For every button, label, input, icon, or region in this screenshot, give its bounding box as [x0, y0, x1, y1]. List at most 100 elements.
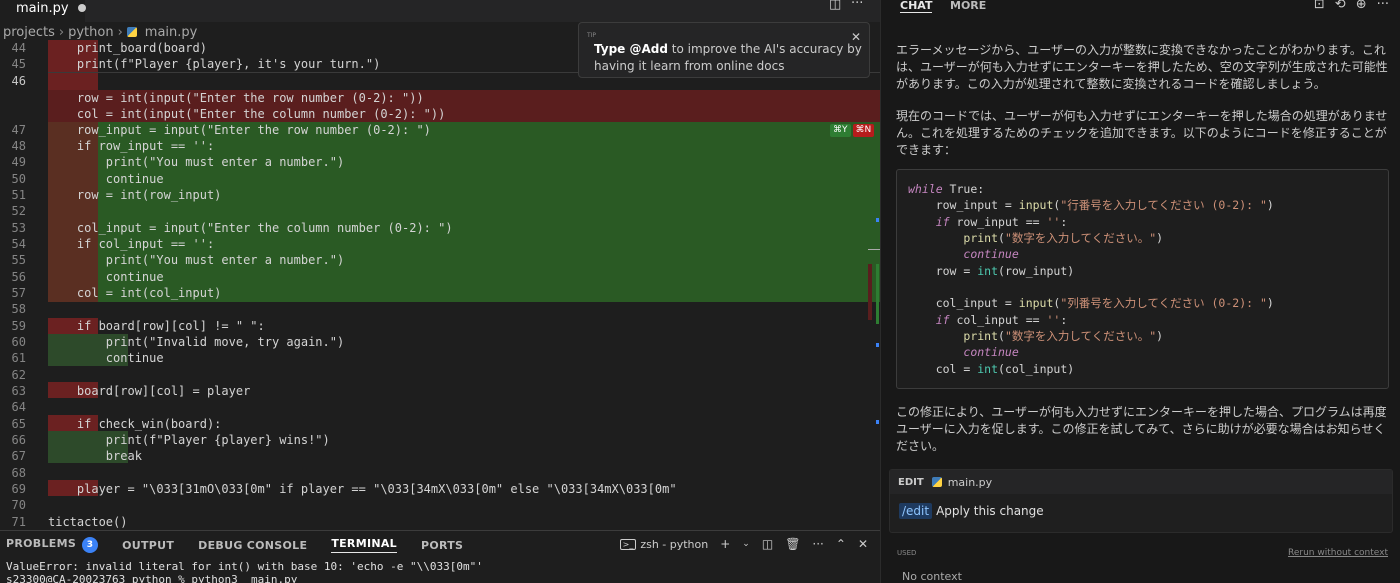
more-actions-icon[interactable]: ··· — [1377, 0, 1389, 12]
chevron-down-icon[interactable]: ⌄ — [742, 539, 750, 549]
edit-command: /edit — [899, 503, 933, 519]
code-line-added: continue — [48, 172, 164, 186]
line-number: 48 — [11, 139, 26, 153]
scroll-marker — [868, 249, 880, 250]
code-line-added: row = int(row_input) — [48, 188, 222, 202]
edit-label: EDIT — [898, 476, 924, 488]
chat-code-block[interactable]: while True: row_input = input("行番号を入力してく… — [896, 169, 1389, 389]
code-line: board[row][col] = player — [48, 384, 251, 398]
code-text: int — [977, 264, 999, 278]
breadcrumb-file[interactable]: main.py — [145, 25, 198, 40]
chat-message-paragraph: 現在のコードでは、ユーザーが何も入力せずにエンターキーを押した場合の処理がありま… — [896, 109, 1388, 157]
terminal-prompt-line[interactable]: s23300@CA-20023763 python % python3 main… — [6, 573, 297, 583]
tip-popup: TIP Type @Add to improve the AI's accura… — [578, 22, 870, 78]
code-line: if col_input == '': — [935, 313, 1068, 327]
code-text: 数字を入力してください。 — [1011, 329, 1150, 343]
new-chat-icon[interactable]: ⊕ — [1356, 0, 1367, 12]
tab-problems[interactable]: PROBLEMS 3 — [6, 537, 99, 553]
breadcrumb-projects[interactable]: projects — [3, 25, 55, 40]
add-terminal-icon[interactable]: + — [720, 537, 730, 551]
line-number: 51 — [11, 188, 26, 202]
apply-change-button[interactable]: /edit Apply this change — [899, 503, 1044, 519]
chat-actions: ⊡ ⟲ ⊕ ··· — [1314, 0, 1389, 12]
trash-icon[interactable]: 🗑 — [785, 537, 800, 551]
split-terminal-icon[interactable]: ◫ — [762, 537, 773, 551]
editor-area: main.py ◫ ··· projects › python › main.p… — [0, 0, 880, 530]
code-line: print(f"Player {player}, it's your turn.… — [48, 57, 381, 71]
tab-terminal[interactable]: TERMINAL — [331, 537, 397, 553]
line-number: 47 — [11, 123, 26, 137]
edit-suggestion-card: EDIT main.py /edit Apply this change — [889, 469, 1393, 533]
edit-text: Apply this change — [936, 504, 1044, 518]
line-number: 57 — [11, 286, 26, 300]
code-text: 数字を入力してください。 — [1011, 231, 1150, 245]
line-number: 44 — [11, 41, 26, 55]
unsaved-dot-icon[interactable] — [78, 4, 86, 12]
tab-chat[interactable]: CHAT — [900, 0, 933, 13]
edit-file-name[interactable]: main.py — [948, 476, 992, 489]
close-icon[interactable]: ✕ — [851, 29, 861, 46]
tip-bold: Type @Add — [594, 42, 668, 56]
scroll-marker — [876, 343, 879, 347]
code-line: if board[row][col] != " ": — [48, 319, 265, 333]
code-line: while True: — [908, 181, 984, 197]
line-number: 45 — [11, 57, 26, 71]
problems-badge: 3 — [82, 537, 99, 553]
code-text: if — [935, 215, 950, 229]
line-number: 64 — [11, 400, 26, 414]
code-line: print_board(board) — [48, 41, 207, 55]
line-number: 69 — [11, 482, 26, 496]
more-actions-icon[interactable]: ··· — [851, 0, 863, 11]
rerun-without-context-link[interactable]: Rerun without context — [1288, 548, 1388, 558]
bottom-panel: PROBLEMS 3 OUTPUT DEBUG CONSOLE TERMINAL … — [0, 530, 880, 583]
code-text: 列番号を入力してください (0-2): — [1067, 296, 1260, 310]
code-text: print — [963, 231, 999, 245]
more-actions-icon[interactable]: ··· — [812, 537, 823, 551]
code-line: row_input = input("行番号を入力してください (0-2): "… — [908, 198, 1274, 212]
code-editor[interactable]: 44 45 46 47 48 49 50 51 52 53 54 55 56 5… — [0, 40, 880, 530]
code-line-added: col = int(col_input) — [48, 286, 222, 300]
tab-main-py[interactable]: main.py — [0, 0, 85, 22]
code-line-added: continue — [48, 270, 164, 284]
used-label: USED — [897, 549, 917, 557]
line-number: 66 — [11, 433, 26, 447]
line-number: 55 — [11, 253, 26, 267]
code-line-added: if row_input == '': — [48, 139, 215, 153]
code-text: "数字を入力してください。" — [1004, 329, 1157, 343]
code-text: input — [1018, 198, 1054, 212]
code-text: input — [1018, 296, 1054, 310]
scroll-marker — [876, 420, 879, 424]
line-number: 58 — [11, 302, 26, 316]
line-number: 52 — [11, 204, 26, 218]
maximize-panel-icon[interactable]: ⌃ — [836, 537, 846, 551]
terminal-selector[interactable]: >_ zsh - python — [619, 538, 708, 551]
line-number: 60 — [11, 335, 26, 349]
line-number: 62 — [11, 368, 26, 382]
line-number: 53 — [11, 221, 26, 235]
code-line-added: row_input = input("Enter the row number … — [48, 123, 431, 137]
scrollbar[interactable] — [868, 40, 880, 530]
line-number: 63 — [11, 384, 26, 398]
panel-tabs: PROBLEMS 3 OUTPUT DEBUG CONSOLE TERMINAL … — [0, 531, 481, 559]
code-text: if — [935, 313, 950, 327]
code-line-added: print("You must enter a number.") — [48, 155, 345, 169]
split-editor-icon[interactable]: ◫ — [829, 0, 841, 12]
breadcrumb-python[interactable]: python — [68, 25, 113, 40]
line-number: 56 — [11, 270, 26, 284]
chevron-right-icon: › — [58, 24, 65, 40]
history-icon[interactable]: ⟲ — [1335, 0, 1346, 12]
tab-more[interactable]: MORE — [950, 0, 986, 12]
code-line-added: print("You must enter a number.") — [48, 253, 345, 267]
layout-icon[interactable]: ⊡ — [1314, 0, 1325, 12]
tab-debug-console[interactable]: DEBUG CONSOLE — [198, 539, 307, 552]
scroll-marker — [876, 264, 879, 324]
tab-ports[interactable]: PORTS — [421, 539, 463, 552]
code-text: True: — [942, 182, 985, 196]
tab-output[interactable]: OUTPUT — [122, 539, 174, 552]
code-line: if row_input == '': — [935, 215, 1068, 229]
code-line: col_input = input("列番号を入力してください (0-2): "… — [908, 296, 1274, 310]
code-text: '' — [1046, 313, 1061, 327]
close-panel-icon[interactable]: ✕ — [858, 537, 868, 551]
accept-change-button[interactable]: ⌘Y — [830, 124, 851, 137]
code-line: tictactoe() — [48, 515, 128, 529]
